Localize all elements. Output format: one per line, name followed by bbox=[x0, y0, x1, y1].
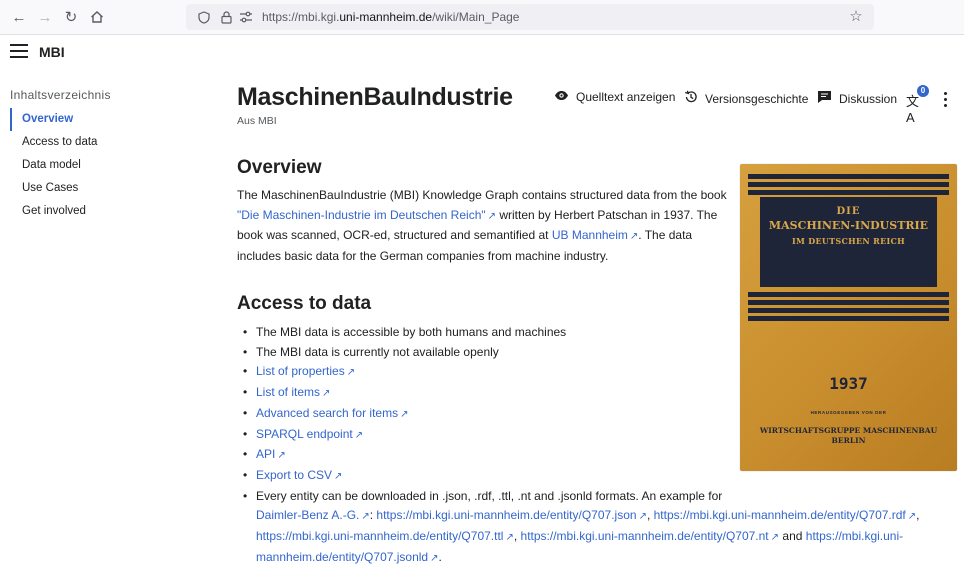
language-count-badge: 0 bbox=[917, 85, 929, 97]
list-item: Every entity can be downloaded in .json,… bbox=[237, 487, 957, 569]
toc-title: Inhaltsverzeichnis bbox=[10, 88, 111, 102]
ttl-link[interactable]: https://mbi.kgi.uni-mannheim.de/entity/Q… bbox=[256, 529, 503, 543]
external-link-icon: ↗ bbox=[629, 231, 639, 243]
home-icon[interactable] bbox=[86, 6, 108, 28]
nt-link[interactable]: https://mbi.kgi.uni-mannheim.de/entity/Q… bbox=[521, 529, 769, 543]
main-menu-icon[interactable] bbox=[10, 44, 28, 58]
jsonld-link[interactable]: https://mbi.kgi.uni- bbox=[806, 529, 903, 543]
cover-year-text: 1937 bbox=[829, 374, 868, 393]
eye-icon bbox=[554, 90, 569, 104]
forward-arrow-icon[interactable]: → bbox=[34, 6, 56, 28]
rdf-link[interactable]: https://mbi.kgi.uni-mannheim.de/entity/Q… bbox=[654, 508, 906, 522]
language-button[interactable]: 文A 0 bbox=[905, 85, 929, 125]
cover-title-text: MASCHINEN-INDUSTRIE bbox=[768, 219, 929, 232]
cover-die-text: DIE bbox=[836, 206, 861, 217]
jsonld-link-continued[interactable]: mannheim.de/entity/Q707.jsonld bbox=[256, 550, 428, 564]
toc-item-data-model[interactable]: Data model bbox=[10, 154, 97, 177]
discussion-button[interactable]: Diskussion bbox=[817, 90, 897, 107]
history-icon bbox=[684, 90, 698, 107]
browser-toolbar: ← → ↻ https://mbi.kgi.uni-mannheim.de/wi… bbox=[0, 0, 964, 35]
toc-item-get-involved[interactable]: Get involved bbox=[10, 200, 97, 223]
cover-subtitle-text: IM DEUTSCHEN REICH bbox=[791, 236, 906, 246]
site-name[interactable]: MBI bbox=[39, 44, 65, 60]
toc-list: Overview Access to data Data model Use C… bbox=[10, 108, 97, 223]
lock-icon[interactable] bbox=[218, 9, 234, 25]
url-domain: uni-mannheim.de bbox=[339, 10, 433, 24]
external-link-icon: ↗ bbox=[361, 511, 370, 523]
history-button[interactable]: Versionsgeschichte bbox=[684, 90, 808, 107]
access-heading: Access to data bbox=[237, 293, 372, 314]
cover-stripe bbox=[748, 174, 949, 179]
speech-bubble-icon bbox=[817, 90, 832, 107]
external-link-icon: ↗ bbox=[770, 532, 780, 544]
external-link-icon: ↗ bbox=[400, 408, 409, 420]
url-text[interactable]: https://mbi.kgi.uni-mannheim.de/wiki/Mai… bbox=[262, 10, 519, 24]
access-text-not-open: The MBI data is currently not available … bbox=[256, 344, 499, 359]
external-link-icon: ↗ bbox=[505, 532, 514, 544]
cover-stripe bbox=[748, 190, 949, 195]
formats-text: Every entity can be downloaded in .json,… bbox=[256, 488, 723, 503]
access-text-humans-machines: The MBI data is accessible by both human… bbox=[256, 325, 567, 339]
cover-stripe bbox=[748, 316, 949, 321]
bookmark-star-icon[interactable]: ☆ bbox=[848, 8, 864, 25]
export-csv-link[interactable]: Export to CSV bbox=[256, 468, 332, 482]
page-tagline: Aus MBI bbox=[237, 115, 277, 127]
discussion-label: Diskussion bbox=[839, 91, 898, 106]
toc-item-overview[interactable]: Overview bbox=[10, 108, 97, 131]
external-link-icon: ↗ bbox=[334, 470, 343, 482]
back-arrow-icon[interactable]: ← bbox=[8, 6, 30, 28]
json-link[interactable]: https://mbi.kgi.uni-mannheim.de/entity/Q… bbox=[376, 508, 636, 522]
cover-publisher-line-2: BERLIN bbox=[831, 436, 866, 445]
and-text: and bbox=[782, 529, 803, 544]
permissions-icon[interactable] bbox=[238, 9, 254, 25]
history-label: Versionsgeschichte bbox=[705, 91, 809, 106]
api-link[interactable]: API bbox=[256, 447, 275, 461]
page-title: MaschinenBauIndustrie bbox=[237, 83, 513, 111]
cover-publisher: WIRTSCHAFTSGRUPPE MASCHINENBAU BERLIN bbox=[740, 426, 957, 446]
url-prefix: https://mbi.kgi. bbox=[262, 10, 340, 24]
cover-stripe bbox=[748, 308, 949, 313]
ub-mannheim-link[interactable]: UB Mannheim bbox=[552, 228, 628, 242]
advanced-search-link[interactable]: Advanced search for items bbox=[256, 406, 398, 420]
external-link-icon: ↗ bbox=[277, 450, 286, 462]
list-of-items-link[interactable]: List of items bbox=[256, 385, 320, 399]
external-link-icon: ↗ bbox=[638, 511, 647, 523]
url-bar[interactable]: https://mbi.kgi.uni-mannheim.de/wiki/Mai… bbox=[186, 4, 874, 30]
book-cover-image[interactable]: DIE MASCHINEN-INDUSTRIE IM DEUTSCHEN REI… bbox=[740, 164, 957, 471]
overview-text-1: The MaschinenBauIndustrie (MBI) Knowledg… bbox=[237, 188, 727, 202]
toc-item-access-to-data[interactable]: Access to data bbox=[10, 131, 97, 154]
more-options-icon[interactable] bbox=[940, 88, 950, 110]
sparql-endpoint-link[interactable]: SPARQL endpoint bbox=[256, 427, 353, 441]
book-link[interactable]: "Die Maschinen-Industrie im Deutschen Re… bbox=[237, 208, 486, 222]
external-link-icon: ↗ bbox=[346, 367, 356, 379]
cover-stripe bbox=[748, 182, 949, 187]
daimler-benz-link[interactable]: Daimler-Benz A.-G. bbox=[256, 508, 359, 522]
url-path: /wiki/Main_Page bbox=[432, 10, 520, 24]
cover-editor-text: HERAUSGEGEBEN VON DER bbox=[810, 410, 887, 415]
external-link-icon: ↗ bbox=[487, 210, 497, 222]
cover-stripe bbox=[748, 300, 949, 305]
view-source-button[interactable]: Quelltext anzeigen bbox=[554, 90, 675, 104]
shield-icon[interactable] bbox=[196, 9, 212, 25]
overview-paragraph: The MaschinenBauIndustrie (MBI) Knowledg… bbox=[237, 186, 727, 267]
list-of-properties-link[interactable]: List of properties bbox=[256, 364, 345, 378]
external-link-icon: ↗ bbox=[354, 429, 364, 441]
overview-heading: Overview bbox=[237, 157, 322, 178]
cover-stripe bbox=[748, 292, 949, 297]
external-link-icon: ↗ bbox=[322, 388, 331, 400]
cover-publisher-line-1: WIRTSCHAFTSGRUPPE MASCHINENBAU bbox=[759, 426, 938, 435]
view-source-label: Quelltext anzeigen bbox=[576, 90, 676, 104]
reload-icon[interactable]: ↻ bbox=[60, 6, 82, 28]
toc-item-use-cases[interactable]: Use Cases bbox=[10, 177, 97, 200]
external-link-icon: ↗ bbox=[907, 511, 917, 523]
